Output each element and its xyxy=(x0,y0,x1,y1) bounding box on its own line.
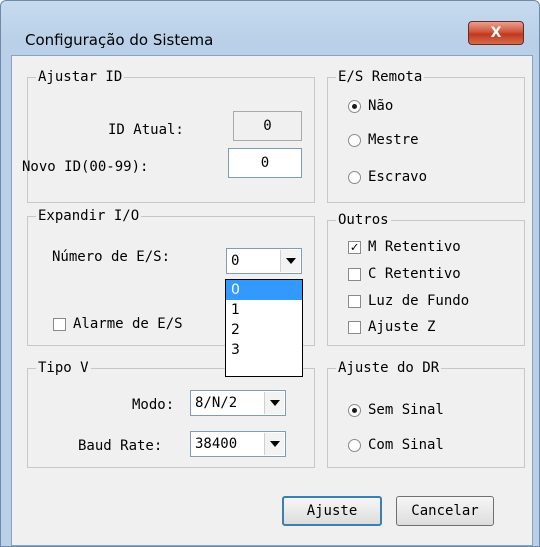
checkbox-box[interactable] xyxy=(348,321,361,334)
close-icon: X xyxy=(490,25,502,41)
radio-label: Com Sinal xyxy=(368,437,444,453)
group-outros: Outros ✓ M Retentivo C Retentivo Luz de … xyxy=(327,211,525,346)
io-count-select[interactable]: 0 xyxy=(226,248,302,274)
chevron-down-icon[interactable] xyxy=(264,433,284,455)
chevron-down-icon[interactable] xyxy=(264,392,284,414)
io-count-value: 0 xyxy=(231,253,240,269)
system-config-dialog: Configuração do Sistema X Ajustar ID ID … xyxy=(0,0,540,547)
alarm-label: Alarme de E/S xyxy=(73,316,183,332)
group-es-remota: E/S Remota Não Mestre Escravo xyxy=(327,68,525,203)
group-title-expandir-io: Expandir I/O xyxy=(36,207,142,225)
checkbox-label: C Retentivo xyxy=(368,266,461,282)
cancel-button[interactable]: Cancelar xyxy=(396,496,494,526)
group-ajustar-id: Ajustar ID ID Atual: 0 Novo ID(00-99): 0 xyxy=(22,68,315,203)
io-count-dropdown-list[interactable]: 0 1 2 3 xyxy=(225,279,303,377)
radio-icon[interactable] xyxy=(348,404,361,417)
radio-label: Escravo xyxy=(368,169,428,185)
group-ajuste-dr: Ajuste do DR Sem Sinal Com Sinal xyxy=(327,359,525,468)
new-id-label: Novo ID(00-99): xyxy=(22,159,149,175)
window-title: Configuração do Sistema xyxy=(25,31,214,49)
mode-value: 8/N/2 xyxy=(195,395,238,411)
radio-icon[interactable] xyxy=(348,134,361,147)
group-title-es-remota: E/S Remota xyxy=(336,68,425,86)
io-count-label: Número de E/S: xyxy=(52,249,171,265)
group-title-ajustar-id: Ajustar ID xyxy=(36,68,125,86)
radio-label: Mestre xyxy=(368,132,419,148)
group-tipo-v: Tipo V Modo: 8/N/2 Baud Rate: 38400 xyxy=(27,359,315,468)
new-id-input[interactable]: 0 xyxy=(228,148,302,178)
title-bar[interactable]: Configuração do Sistema X xyxy=(1,1,539,49)
dropdown-option[interactable]: 3 xyxy=(226,340,302,360)
alarm-checkbox[interactable] xyxy=(53,318,66,331)
mode-label: Modo: xyxy=(132,397,175,413)
dropdown-option[interactable]: 1 xyxy=(226,300,302,320)
checkbox-box[interactable] xyxy=(348,268,361,281)
mode-select[interactable]: 8/N/2 xyxy=(190,390,286,416)
ajuste-button[interactable]: Ajuste xyxy=(282,496,382,526)
radio-icon[interactable] xyxy=(348,171,361,184)
dropdown-option[interactable]: 2 xyxy=(226,320,302,340)
chevron-down-icon[interactable] xyxy=(280,250,300,272)
baud-rate-label: Baud Rate: xyxy=(78,438,163,454)
radio-label: Não xyxy=(368,98,394,114)
radio-icon[interactable] xyxy=(348,439,361,452)
baud-rate-select[interactable]: 38400 xyxy=(190,431,286,457)
checkbox-box[interactable] xyxy=(348,295,361,308)
close-button[interactable]: X xyxy=(468,21,524,45)
current-id-value: 0 xyxy=(233,111,302,141)
group-title-ajuste-dr: Ajuste do DR xyxy=(336,359,442,377)
current-id-label: ID Atual: xyxy=(108,122,184,138)
checkbox-label: M Retentivo xyxy=(368,239,461,255)
dropdown-option[interactable]: 0 xyxy=(226,280,302,300)
checkmark-icon[interactable]: ✓ xyxy=(348,241,361,254)
group-title-outros: Outros xyxy=(336,211,391,229)
checkbox-label: Ajuste Z xyxy=(368,319,436,335)
baud-rate-value: 38400 xyxy=(195,436,238,452)
radio-label: Sem Sinal xyxy=(368,402,444,418)
radio-icon[interactable] xyxy=(348,100,361,113)
group-title-tipo-v: Tipo V xyxy=(36,359,91,377)
checkbox-label: Luz de Fundo xyxy=(368,293,470,309)
